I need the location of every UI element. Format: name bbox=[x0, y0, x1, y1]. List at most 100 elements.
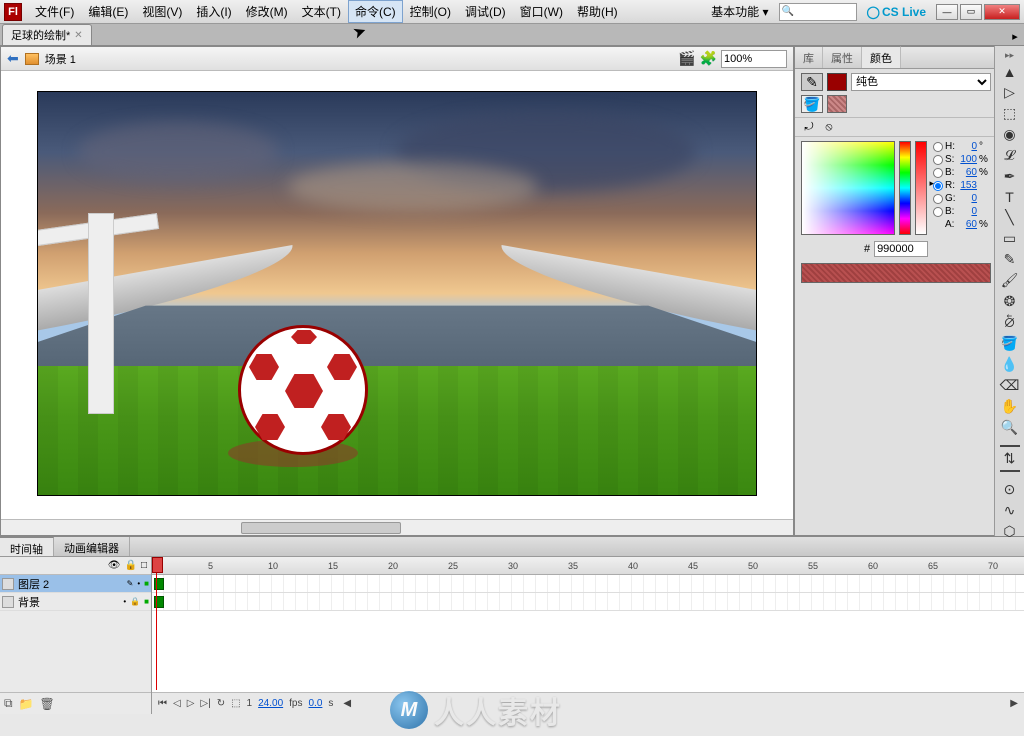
outline-header-icon[interactable]: □ bbox=[141, 560, 147, 571]
close-button[interactable]: ✕ bbox=[984, 4, 1020, 20]
lock-header-icon[interactable]: 🔒 bbox=[125, 560, 137, 571]
delete-layer-icon[interactable]: 🗑 bbox=[40, 697, 55, 711]
menu-window[interactable]: 窗口(W) bbox=[513, 0, 570, 23]
subselection-tool-icon[interactable]: ▷ bbox=[998, 83, 1022, 102]
menu-control[interactable]: 控制(O) bbox=[403, 0, 458, 23]
workspace-selector[interactable]: 基本功能 ▾ bbox=[707, 1, 772, 22]
menu-commands[interactable]: 命令(C) bbox=[348, 0, 403, 23]
frame-ruler[interactable]: 15101520253035404550556065707580859095 bbox=[152, 557, 1024, 575]
onion-skin-icon[interactable]: ⬚ bbox=[231, 698, 240, 709]
visibility-header-icon[interactable]: 👁 bbox=[108, 560, 121, 571]
cslive-button[interactable]: CS Live bbox=[863, 5, 930, 19]
step-fwd-icon[interactable]: ▷| bbox=[200, 698, 210, 709]
panel-collapse-icon[interactable]: ▸ bbox=[1006, 27, 1024, 45]
scene-icon bbox=[25, 53, 39, 65]
menu-view[interactable]: 视图(V) bbox=[135, 0, 189, 23]
brush-tool-icon[interactable]: 🖌 bbox=[998, 271, 1022, 290]
zoom-select[interactable] bbox=[721, 50, 787, 68]
tab-properties[interactable]: 属性 bbox=[823, 47, 862, 68]
menu-modify[interactable]: 修改(M) bbox=[239, 0, 295, 23]
menu-debug[interactable]: 调试(D) bbox=[458, 0, 513, 23]
tab-library[interactable]: 库 bbox=[795, 47, 823, 68]
close-tab-icon[interactable]: ✕ bbox=[74, 30, 82, 41]
play-icon[interactable]: ▷ bbox=[187, 698, 195, 709]
snap-icon[interactable]: ⊙ bbox=[998, 480, 1022, 499]
smooth-icon[interactable]: ∿ bbox=[998, 501, 1022, 520]
radio-r[interactable] bbox=[933, 181, 943, 191]
menu-text[interactable]: 文本(T) bbox=[295, 0, 348, 23]
hue-slider[interactable] bbox=[899, 141, 911, 235]
radio-h[interactable] bbox=[933, 142, 943, 152]
frame-track-1[interactable] bbox=[152, 575, 1024, 593]
rectangle-tool-icon[interactable]: ▭ bbox=[998, 229, 1022, 248]
deco-tool-icon[interactable]: ❂ bbox=[998, 292, 1022, 311]
maximize-button[interactable]: ▭ bbox=[960, 4, 982, 20]
step-back-icon[interactable]: ◁ bbox=[173, 698, 181, 709]
tab-color[interactable]: 颜色 bbox=[862, 46, 901, 68]
eyedropper-tool-icon[interactable]: 💧 bbox=[998, 355, 1022, 374]
stroke-swatch[interactable] bbox=[1000, 445, 1020, 447]
radio-bv[interactable] bbox=[933, 168, 943, 178]
edit-symbols-icon[interactable]: 🧩 bbox=[700, 50, 717, 67]
radio-g[interactable] bbox=[933, 194, 943, 204]
bone-tool-icon[interactable]: ⦴ bbox=[998, 313, 1022, 332]
hand-tool-icon[interactable]: ✋ bbox=[998, 397, 1022, 416]
3d-rotation-tool-icon[interactable]: ◉ bbox=[998, 125, 1022, 144]
playhead[interactable] bbox=[156, 557, 157, 690]
swap-colors-icon[interactable]: ⤾ bbox=[801, 120, 817, 134]
layer-row-2[interactable]: 背景 •🔒■ bbox=[0, 593, 151, 611]
radio-s[interactable] bbox=[933, 155, 943, 165]
tab-timeline[interactable]: 时间轴 bbox=[0, 537, 54, 556]
stroke-color-icon[interactable]: ✎ bbox=[801, 73, 823, 91]
fill-type-select[interactable]: 纯色 bbox=[851, 73, 991, 91]
free-transform-tool-icon[interactable]: ⬚ bbox=[998, 104, 1022, 123]
lasso-tool-icon[interactable]: 𝓛 bbox=[998, 146, 1022, 165]
pen-tool-icon[interactable]: ✒ bbox=[998, 167, 1022, 186]
bucket-icon[interactable]: 🪣 bbox=[801, 95, 823, 113]
no-color-icon[interactable]: ⦸ bbox=[821, 120, 837, 134]
fill-swatch[interactable] bbox=[1000, 470, 1020, 472]
radio-b[interactable] bbox=[933, 207, 943, 217]
horizontal-scrollbar[interactable] bbox=[1, 519, 793, 535]
saturation-picker[interactable] bbox=[801, 141, 895, 235]
new-layer-icon[interactable]: ⧉ bbox=[4, 696, 13, 711]
soccer-ball[interactable] bbox=[238, 325, 368, 455]
tab-motion-editor[interactable]: 动画编辑器 bbox=[54, 537, 130, 556]
swap-icon[interactable]: ⇅ bbox=[998, 449, 1022, 468]
document-tab-bar: 足球的绘制* ✕ ▸ bbox=[0, 24, 1024, 46]
back-arrow-icon[interactable]: ⬅ bbox=[7, 50, 19, 67]
layer-row-1[interactable]: 图层 2 ✎•■ bbox=[0, 575, 151, 593]
layer-name: 图层 2 bbox=[18, 576, 123, 592]
scene-label: 场景 1 bbox=[45, 51, 76, 67]
line-tool-icon[interactable]: ╲ bbox=[998, 208, 1022, 227]
edit-scene-icon[interactable]: 🎬 bbox=[678, 50, 695, 67]
fill-color-swatch[interactable] bbox=[827, 73, 847, 91]
collapse-icon[interactable]: ▸▸ bbox=[1005, 50, 1014, 61]
stage-panel: ⬅ 场景 1 🎬 🧩 bbox=[0, 46, 794, 536]
document-tab[interactable]: 足球的绘制* ✕ bbox=[2, 24, 92, 45]
menu-edit[interactable]: 编辑(E) bbox=[81, 0, 135, 23]
frames-column[interactable]: 15101520253035404550556065707580859095 ⏮… bbox=[152, 557, 1024, 714]
frame-track-2[interactable] bbox=[152, 593, 1024, 611]
selection-tool-icon[interactable]: ▲ bbox=[998, 63, 1022, 81]
loop-icon[interactable]: ↻ bbox=[217, 698, 225, 709]
alpha-slider[interactable] bbox=[915, 141, 927, 235]
paint-bucket-tool-icon[interactable]: 🪣 bbox=[998, 334, 1022, 353]
zoom-tool-icon[interactable]: 🔍 bbox=[998, 418, 1022, 437]
search-input[interactable] bbox=[779, 3, 857, 21]
fps-value[interactable]: 24.00 bbox=[258, 698, 283, 709]
layer-name: 背景 bbox=[18, 594, 119, 610]
menu-insert[interactable]: 插入(I) bbox=[189, 0, 238, 23]
menu-file[interactable]: 文件(F) bbox=[28, 0, 81, 23]
eraser-tool-icon[interactable]: ⌫ bbox=[998, 376, 1022, 395]
menu-help[interactable]: 帮助(H) bbox=[570, 0, 625, 23]
rewind-icon[interactable]: ⏮ bbox=[158, 698, 167, 709]
time-value[interactable]: 0.0 bbox=[308, 698, 322, 709]
new-folder-icon[interactable]: 📁 bbox=[19, 697, 34, 711]
text-tool-icon[interactable]: T bbox=[998, 188, 1022, 206]
pattern-swatch[interactable] bbox=[827, 95, 847, 113]
pencil-tool-icon[interactable]: ✎ bbox=[998, 250, 1022, 269]
stage-canvas[interactable] bbox=[1, 71, 793, 519]
hex-input[interactable] bbox=[874, 241, 928, 257]
minimize-button[interactable]: — bbox=[936, 4, 958, 20]
